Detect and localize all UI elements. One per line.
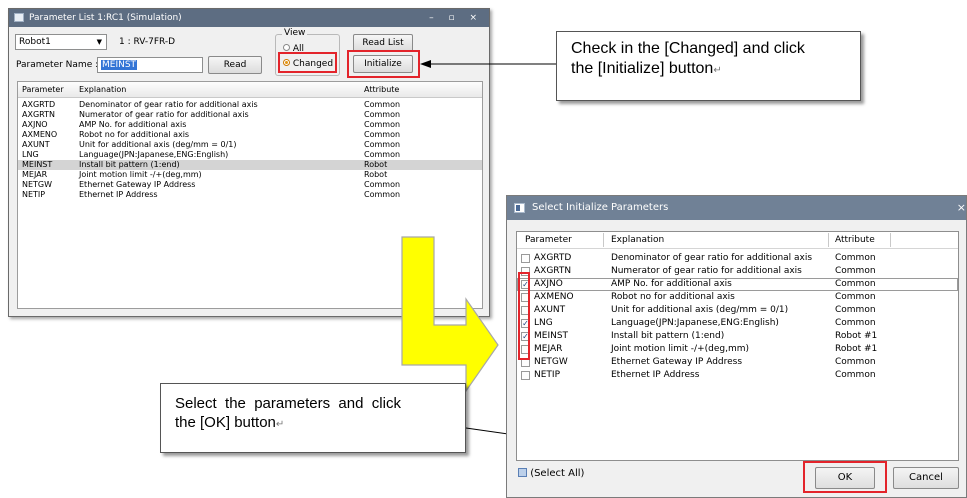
- dialog-app-icon: [514, 203, 525, 213]
- callout-text: the [OK] button↵: [175, 414, 285, 431]
- ok-highlight-box: [803, 461, 887, 493]
- list-item[interactable]: ✓ LNG Language(JPN:Japanese,ENG:English) Co…: [517, 317, 958, 330]
- checkbox-highlight-box: [518, 272, 530, 360]
- list-header: Parameter Explanation Attribute: [517, 232, 958, 249]
- checkbox[interactable]: [521, 254, 530, 263]
- list-item-focused[interactable]: ✓ AXJNO AMP No. for additional axis Common: [517, 278, 958, 291]
- select-all-checkbox[interactable]: (Select All): [518, 468, 584, 479]
- initialize-parameter-list: Parameter Explanation Attribute AXGRTD De…: [516, 231, 959, 461]
- checkbox[interactable]: [521, 371, 530, 380]
- dialog-title-bar: Select Initialize Parameters ×: [507, 196, 966, 220]
- list-item[interactable]: AXGRTD Denominator of gear ratio for addi…: [517, 252, 958, 265]
- list-item[interactable]: MEJAR Joint motion limit -/+(deg,mm) Robot…: [517, 343, 958, 356]
- column-header[interactable]: Attribute: [835, 232, 875, 248]
- list-item[interactable]: AXUNT Unit for additional axis (deg/mm = …: [517, 304, 958, 317]
- checkbox-indeterminate-icon: [518, 468, 527, 477]
- select-initialize-dialog: Select Initialize Parameters × Parameter…: [506, 195, 967, 498]
- callout-text: Select the parameters and click: [175, 395, 401, 412]
- yellow-arrow-icon: [401, 236, 499, 393]
- instruction-callout-bottom: Select the parameters and click the [OK]…: [160, 383, 466, 453]
- cancel-button[interactable]: Cancel: [893, 467, 959, 489]
- list-item[interactable]: AXMENO Robot no for additional axis Common: [517, 291, 958, 304]
- dialog-title: Select Initialize Parameters: [532, 202, 669, 213]
- list-item[interactable]: ✓ MEINST Install bit pattern (1:end) Robot …: [517, 330, 958, 343]
- arrowhead-top-icon: [420, 60, 431, 68]
- list-item[interactable]: AXGRTN Numerator of gear ratio for additi…: [517, 265, 958, 278]
- list-item[interactable]: NETIP Ethernet IP Address Common: [517, 369, 958, 382]
- close-icon[interactable]: ×: [957, 196, 966, 220]
- list-item[interactable]: NETGW Ethernet Gateway IP Address Common: [517, 356, 958, 369]
- column-header[interactable]: Explanation: [611, 232, 664, 248]
- column-header[interactable]: Parameter: [525, 232, 572, 248]
